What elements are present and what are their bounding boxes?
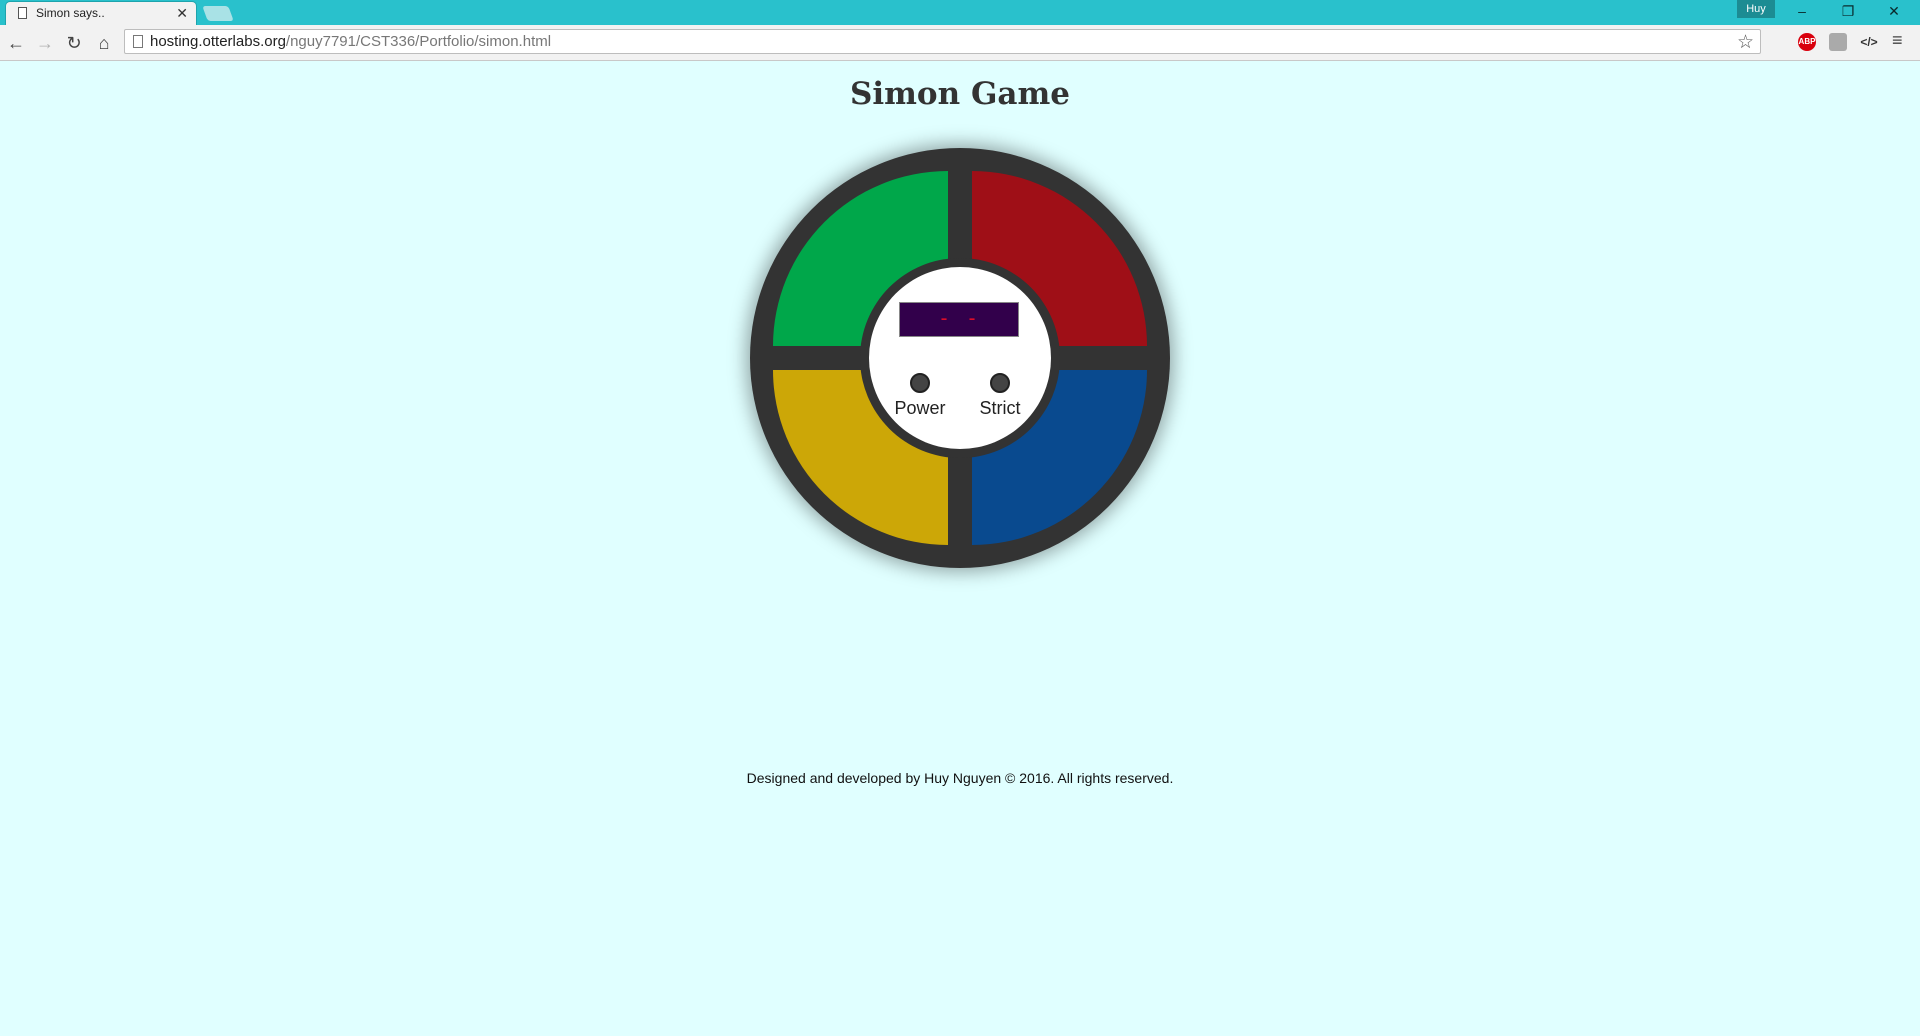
- tab-title: Simon says..: [36, 6, 105, 20]
- bookmark-star-icon[interactable]: ☆: [1737, 31, 1754, 54]
- page-title: Simon Game: [849, 76, 1071, 112]
- code-extension-icon[interactable]: </>: [1857, 33, 1881, 51]
- minimize-icon[interactable]: –: [1780, 0, 1824, 22]
- power-button[interactable]: [910, 373, 930, 393]
- adblock-icon[interactable]: ABP: [1798, 33, 1816, 51]
- footer-text: Designed and developed by Huy Nguyen © 2…: [746, 770, 1174, 786]
- url-host: hosting.otterlabs.org: [150, 33, 286, 50]
- tab-close-icon[interactable]: ✕: [176, 4, 188, 22]
- count-display: - -: [899, 302, 1019, 337]
- reload-icon[interactable]: ↻: [62, 31, 86, 55]
- url-path: /nguy7791/CST336/Portfolio/simon.html: [285, 33, 552, 50]
- page-icon: [133, 35, 143, 48]
- control-hub: - - Power Strict: [860, 258, 1060, 458]
- extension-icon[interactable]: [1829, 33, 1847, 51]
- power-label: Power: [894, 398, 946, 418]
- address-bar[interactable]: hosting.otterlabs.org/nguy7791/CST336/Po…: [124, 29, 1761, 54]
- simon-board: - - Power Strict: [750, 148, 1170, 568]
- restore-icon[interactable]: ❐: [1826, 0, 1870, 22]
- strict-button[interactable]: [990, 373, 1010, 393]
- url-text: hosting.otterlabs.org/nguy7791/CST336/Po…: [150, 33, 551, 50]
- title-bar: Simon says.. ✕ Huy – ❐ ✕: [0, 0, 1920, 25]
- page-icon: [18, 7, 27, 19]
- new-tab-button[interactable]: [202, 6, 234, 21]
- menu-icon[interactable]: ≡: [1892, 30, 1903, 51]
- profile-button[interactable]: Huy: [1737, 0, 1775, 18]
- browser-tab[interactable]: Simon says.. ✕: [6, 2, 196, 25]
- browser-toolbar: ← → ↻ ⌂ hosting.otterlabs.org/nguy7791/C…: [0, 25, 1920, 61]
- window-close-icon[interactable]: ✕: [1872, 0, 1916, 22]
- back-icon[interactable]: ←: [4, 31, 28, 55]
- strict-label: Strict: [979, 398, 1021, 418]
- forward-icon[interactable]: →: [33, 31, 57, 55]
- control-panel: - - Power Strict: [869, 267, 1051, 449]
- home-icon[interactable]: ⌂: [92, 31, 116, 55]
